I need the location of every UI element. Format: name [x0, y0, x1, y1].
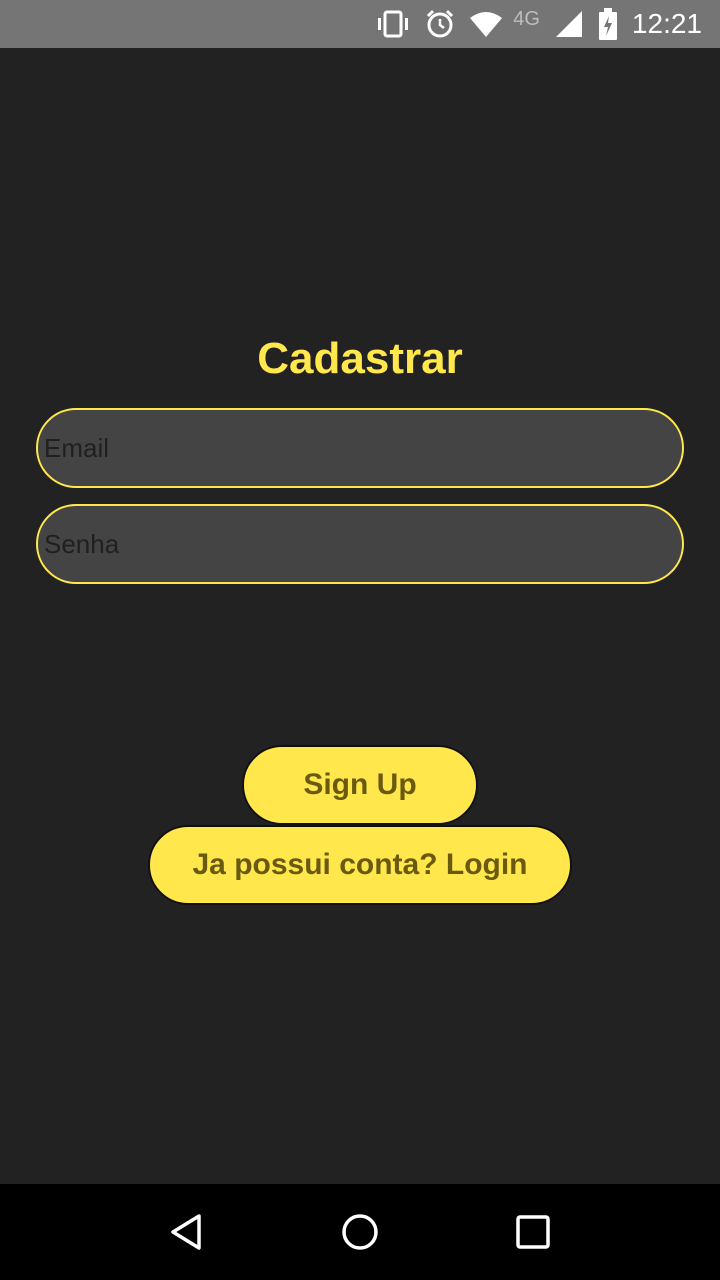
- screen: 4G 12:21 Cadastrar Sign Up Ja possui con…: [0, 0, 720, 1280]
- vibrate-icon: [375, 10, 411, 38]
- page-title: Cadastrar: [257, 334, 463, 383]
- home-icon[interactable]: [330, 1202, 390, 1262]
- sign-up-button[interactable]: Sign Up: [242, 745, 478, 825]
- wifi-icon: [469, 10, 503, 38]
- password-field[interactable]: [36, 504, 684, 584]
- recents-icon[interactable]: [503, 1202, 563, 1262]
- network-type-label: 4G: [513, 7, 540, 30]
- login-link-button[interactable]: Ja possui conta? Login: [148, 825, 572, 905]
- sign-up-button-label: Sign Up: [303, 768, 417, 801]
- navigation-bar: [0, 1184, 720, 1280]
- status-time: 12:21: [631, 8, 702, 39]
- battery-icon: [598, 8, 618, 40]
- status-bar: 4G 12:21: [0, 0, 720, 48]
- signal-icon: [554, 9, 584, 39]
- email-field[interactable]: [36, 408, 684, 488]
- alarm-icon: [425, 9, 455, 39]
- login-link-button-label: Ja possui conta? Login: [192, 848, 528, 881]
- back-icon[interactable]: [157, 1202, 217, 1262]
